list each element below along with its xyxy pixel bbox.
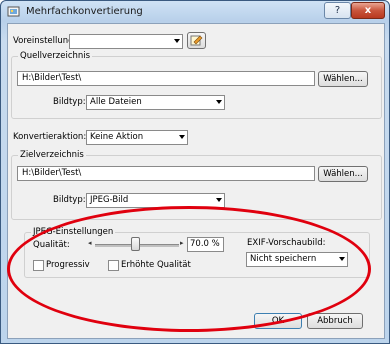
convert-action-select[interactable]: Keine Aktion bbox=[86, 130, 188, 145]
quality-slider-thumb[interactable] bbox=[131, 237, 141, 251]
exif-select[interactable]: Nicht speichern bbox=[246, 252, 348, 267]
source-path-field[interactable]: H:\Bilder\Test\ bbox=[17, 71, 315, 86]
close-button[interactable]: x bbox=[351, 2, 385, 19]
source-group-title: Quellverzeichnis bbox=[18, 51, 93, 61]
edit-preset-button[interactable] bbox=[187, 32, 206, 49]
ok-button[interactable]: OK bbox=[254, 313, 302, 329]
quality-value-field[interactable]: 70.0 % bbox=[187, 237, 224, 252]
edit-icon bbox=[190, 35, 203, 46]
chevron-down-icon bbox=[216, 198, 222, 202]
app-icon bbox=[7, 6, 20, 17]
target-group: Zielverzeichnis bbox=[11, 150, 382, 220]
source-filetype-label: Bildtyp: bbox=[53, 97, 86, 107]
high-quality-label: Erhöhte Qualität bbox=[121, 260, 191, 270]
convert-action-value: Keine Aktion bbox=[90, 132, 144, 142]
jpeg-group-title: JPEG-Einstellungen bbox=[31, 227, 116, 237]
source-filetype-value: Alle Dateien bbox=[90, 97, 142, 107]
chevron-down-icon bbox=[179, 135, 185, 139]
target-filetype-value: JPEG-Bild bbox=[90, 195, 129, 205]
quality-label: Qualität: bbox=[33, 240, 70, 250]
cancel-button[interactable]: Abbruch bbox=[307, 313, 363, 329]
exif-value: Nicht speichern bbox=[250, 254, 317, 264]
dialog-body: Voreinstellung: Quellverzeichnis H:\Bild… bbox=[7, 23, 385, 339]
chevron-down-icon bbox=[174, 39, 180, 43]
help-button[interactable]: ? bbox=[324, 2, 351, 19]
target-path-value: H:\Bilder\Test\ bbox=[22, 168, 82, 178]
slider-left-arrow-icon[interactable]: ◂ bbox=[88, 239, 92, 247]
preset-select[interactable] bbox=[69, 34, 183, 49]
convert-action-label: Konvertieraktion: bbox=[13, 132, 87, 142]
chevron-down-icon bbox=[216, 100, 222, 104]
preset-label: Voreinstellung: bbox=[13, 36, 77, 46]
quality-value: 70.0 % bbox=[190, 239, 220, 249]
chevron-down-icon bbox=[339, 257, 345, 261]
dialog-window: Mehrfachkonvertierung ? x Voreinstellung… bbox=[0, 0, 390, 344]
progressive-checkbox[interactable] bbox=[33, 260, 44, 271]
progressive-label: Progressiv bbox=[46, 260, 90, 270]
target-filetype-label: Bildtyp: bbox=[53, 195, 86, 205]
source-browse-button[interactable]: Wählen... bbox=[318, 71, 368, 87]
target-group-title: Zielverzeichnis bbox=[18, 150, 86, 160]
high-quality-checkbox[interactable] bbox=[108, 260, 119, 271]
slider-right-arrow-icon[interactable]: ▸ bbox=[180, 239, 184, 247]
source-path-value: H:\Bilder\Test\ bbox=[22, 73, 82, 83]
target-path-field[interactable]: H:\Bilder\Test\ bbox=[17, 166, 315, 181]
exif-label: EXIF-Vorschaubild: bbox=[247, 238, 326, 248]
target-browse-button[interactable]: Wählen... bbox=[318, 166, 368, 182]
title-bar[interactable]: Mehrfachkonvertierung ? x bbox=[1, 1, 389, 23]
window-title: Mehrfachkonvertierung bbox=[26, 6, 143, 17]
source-filetype-select[interactable]: Alle Dateien bbox=[86, 95, 225, 110]
target-filetype-select[interactable]: JPEG-Bild bbox=[86, 193, 225, 208]
